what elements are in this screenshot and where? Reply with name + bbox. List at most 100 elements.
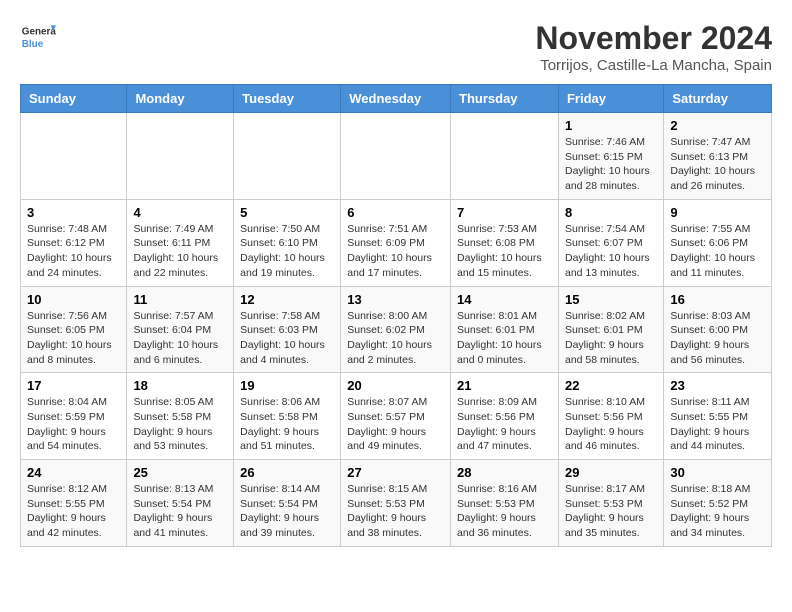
day-info: Sunrise: 8:14 AM Sunset: 5:54 PM Dayligh… — [240, 482, 334, 541]
calendar-cell: 16 Sunrise: 8:03 AM Sunset: 6:00 PM Dayli… — [664, 286, 772, 373]
day-number: 21 — [457, 378, 552, 393]
calendar-cell: 26 Sunrise: 8:14 AM Sunset: 5:54 PM Dayli… — [234, 460, 341, 547]
day-info: Sunrise: 8:15 AM Sunset: 5:53 PM Dayligh… — [347, 482, 444, 541]
calendar-cell: 30Sunrise: 8:18 AM Sunset: 5:52 PM Dayli… — [664, 460, 772, 547]
calendar-cell: 12 Sunrise: 7:58 AM Sunset: 6:03 PM Dayli… — [234, 286, 341, 373]
location-subtitle: Torrijos, Castille-La Mancha, Spain — [535, 57, 772, 74]
day-number: 19 — [240, 378, 334, 393]
calendar-cell: 9Sunrise: 7:55 AM Sunset: 6:06 PM Daylig… — [664, 199, 772, 286]
day-info: Sunrise: 7:58 AM Sunset: 6:03 PM Dayligh… — [240, 309, 334, 368]
calendar-cell — [451, 113, 559, 200]
calendar-cell: 27 Sunrise: 8:15 AM Sunset: 5:53 PM Dayli… — [341, 460, 451, 547]
logo-icon: General Blue — [20, 20, 56, 56]
header-day-sunday: Sunday — [21, 85, 127, 113]
calendar-cell: 10 Sunrise: 7:56 AM Sunset: 6:05 PM Dayli… — [21, 286, 127, 373]
day-number: 13 — [347, 292, 444, 307]
calendar-week-row: 24Sunrise: 8:12 AM Sunset: 5:55 PM Dayli… — [21, 460, 772, 547]
day-info: Sunrise: 7:53 AM Sunset: 6:08 PM Dayligh… — [457, 222, 552, 281]
day-number: 3 — [27, 205, 120, 220]
calendar-cell — [341, 113, 451, 200]
header-day-friday: Friday — [558, 85, 663, 113]
svg-text:General: General — [22, 26, 56, 37]
calendar-cell: 3 Sunrise: 7:48 AM Sunset: 6:12 PM Daylig… — [21, 199, 127, 286]
day-info: Sunrise: 7:55 AM Sunset: 6:06 PM Dayligh… — [670, 222, 765, 281]
day-number: 22 — [565, 378, 657, 393]
header-day-saturday: Saturday — [664, 85, 772, 113]
day-info: Sunrise: 7:48 AM Sunset: 6:12 PM Dayligh… — [27, 222, 120, 281]
calendar-cell: 22Sunrise: 8:10 AM Sunset: 5:56 PM Dayli… — [558, 373, 663, 460]
calendar-cell: 1Sunrise: 7:46 AM Sunset: 6:15 PM Daylig… — [558, 113, 663, 200]
day-number: 15 — [565, 292, 657, 307]
calendar-cell — [234, 113, 341, 200]
day-info: Sunrise: 7:57 AM Sunset: 6:04 PM Dayligh… — [133, 309, 227, 368]
day-info: Sunrise: 8:03 AM Sunset: 6:00 PM Dayligh… — [670, 309, 765, 368]
calendar-cell: 18Sunrise: 8:05 AM Sunset: 5:58 PM Dayli… — [127, 373, 234, 460]
day-info: Sunrise: 7:54 AM Sunset: 6:07 PM Dayligh… — [565, 222, 657, 281]
day-number: 26 — [240, 465, 334, 480]
day-info: Sunrise: 7:49 AM Sunset: 6:11 PM Dayligh… — [133, 222, 227, 281]
calendar-cell: 29Sunrise: 8:17 AM Sunset: 5:53 PM Dayli… — [558, 460, 663, 547]
calendar-cell: 6Sunrise: 7:51 AM Sunset: 6:09 PM Daylig… — [341, 199, 451, 286]
calendar-cell: 17 Sunrise: 8:04 AM Sunset: 5:59 PM Dayli… — [21, 373, 127, 460]
day-info: Sunrise: 8:11 AM Sunset: 5:55 PM Dayligh… — [670, 395, 765, 454]
day-info: Sunrise: 7:50 AM Sunset: 6:10 PM Dayligh… — [240, 222, 334, 281]
day-number: 1 — [565, 118, 657, 133]
day-number: 25 — [133, 465, 227, 480]
day-info: Sunrise: 8:13 AM Sunset: 5:54 PM Dayligh… — [133, 482, 227, 541]
day-info: Sunrise: 7:56 AM Sunset: 6:05 PM Dayligh… — [27, 309, 120, 368]
calendar-cell: 5 Sunrise: 7:50 AM Sunset: 6:10 PM Daylig… — [234, 199, 341, 286]
day-info: Sunrise: 7:51 AM Sunset: 6:09 PM Dayligh… — [347, 222, 444, 281]
header-day-wednesday: Wednesday — [341, 85, 451, 113]
day-info: Sunrise: 8:00 AM Sunset: 6:02 PM Dayligh… — [347, 309, 444, 368]
day-info: Sunrise: 8:06 AM Sunset: 5:58 PM Dayligh… — [240, 395, 334, 454]
day-number: 4 — [133, 205, 227, 220]
day-info: Sunrise: 8:17 AM Sunset: 5:53 PM Dayligh… — [565, 482, 657, 541]
day-number: 8 — [565, 205, 657, 220]
calendar-week-row: 1Sunrise: 7:46 AM Sunset: 6:15 PM Daylig… — [21, 113, 772, 200]
calendar-cell: 7 Sunrise: 7:53 AM Sunset: 6:08 PM Daylig… — [451, 199, 559, 286]
calendar-cell: 19 Sunrise: 8:06 AM Sunset: 5:58 PM Dayli… — [234, 373, 341, 460]
day-info: Sunrise: 8:12 AM Sunset: 5:55 PM Dayligh… — [27, 482, 120, 541]
day-number: 17 — [27, 378, 120, 393]
title-section: November 2024 Torrijos, Castille-La Manc… — [535, 20, 772, 74]
calendar-cell: 14Sunrise: 8:01 AM Sunset: 6:01 PM Dayli… — [451, 286, 559, 373]
day-info: Sunrise: 8:01 AM Sunset: 6:01 PM Dayligh… — [457, 309, 552, 368]
day-number: 27 — [347, 465, 444, 480]
header-day-thursday: Thursday — [451, 85, 559, 113]
day-number: 11 — [133, 292, 227, 307]
header-day-tuesday: Tuesday — [234, 85, 341, 113]
calendar-cell: 4 Sunrise: 7:49 AM Sunset: 6:11 PM Daylig… — [127, 199, 234, 286]
day-number: 10 — [27, 292, 120, 307]
day-number: 16 — [670, 292, 765, 307]
calendar-cell: 8 Sunrise: 7:54 AM Sunset: 6:07 PM Daylig… — [558, 199, 663, 286]
month-title: November 2024 — [535, 20, 772, 57]
day-number: 20 — [347, 378, 444, 393]
day-number: 30 — [670, 465, 765, 480]
day-number: 23 — [670, 378, 765, 393]
svg-text:Blue: Blue — [22, 39, 44, 50]
day-number: 5 — [240, 205, 334, 220]
calendar-cell — [127, 113, 234, 200]
calendar-cell — [21, 113, 127, 200]
day-info: Sunrise: 8:04 AM Sunset: 5:59 PM Dayligh… — [27, 395, 120, 454]
day-info: Sunrise: 8:07 AM Sunset: 5:57 PM Dayligh… — [347, 395, 444, 454]
day-number: 7 — [457, 205, 552, 220]
calendar-week-row: 3 Sunrise: 7:48 AM Sunset: 6:12 PM Daylig… — [21, 199, 772, 286]
day-number: 12 — [240, 292, 334, 307]
calendar-week-row: 10 Sunrise: 7:56 AM Sunset: 6:05 PM Dayli… — [21, 286, 772, 373]
calendar-cell: 21 Sunrise: 8:09 AM Sunset: 5:56 PM Dayli… — [451, 373, 559, 460]
calendar-cell: 20 Sunrise: 8:07 AM Sunset: 5:57 PM Dayli… — [341, 373, 451, 460]
day-info: Sunrise: 8:09 AM Sunset: 5:56 PM Dayligh… — [457, 395, 552, 454]
calendar-cell: 11 Sunrise: 7:57 AM Sunset: 6:04 PM Dayli… — [127, 286, 234, 373]
calendar-cell: 2Sunrise: 7:47 AM Sunset: 6:13 PM Daylig… — [664, 113, 772, 200]
day-number: 2 — [670, 118, 765, 133]
day-info: Sunrise: 8:05 AM Sunset: 5:58 PM Dayligh… — [133, 395, 227, 454]
calendar-table: SundayMondayTuesdayWednesdayThursdayFrid… — [20, 84, 772, 547]
day-info: Sunrise: 8:16 AM Sunset: 5:53 PM Dayligh… — [457, 482, 552, 541]
calendar-cell: 15Sunrise: 8:02 AM Sunset: 6:01 PM Dayli… — [558, 286, 663, 373]
logo: General Blue — [20, 20, 56, 56]
calendar-cell: 25 Sunrise: 8:13 AM Sunset: 5:54 PM Dayli… — [127, 460, 234, 547]
calendar-cell: 13 Sunrise: 8:00 AM Sunset: 6:02 PM Dayli… — [341, 286, 451, 373]
calendar-week-row: 17 Sunrise: 8:04 AM Sunset: 5:59 PM Dayli… — [21, 373, 772, 460]
header: General Blue November 2024 Torrijos, Cas… — [20, 20, 772, 74]
